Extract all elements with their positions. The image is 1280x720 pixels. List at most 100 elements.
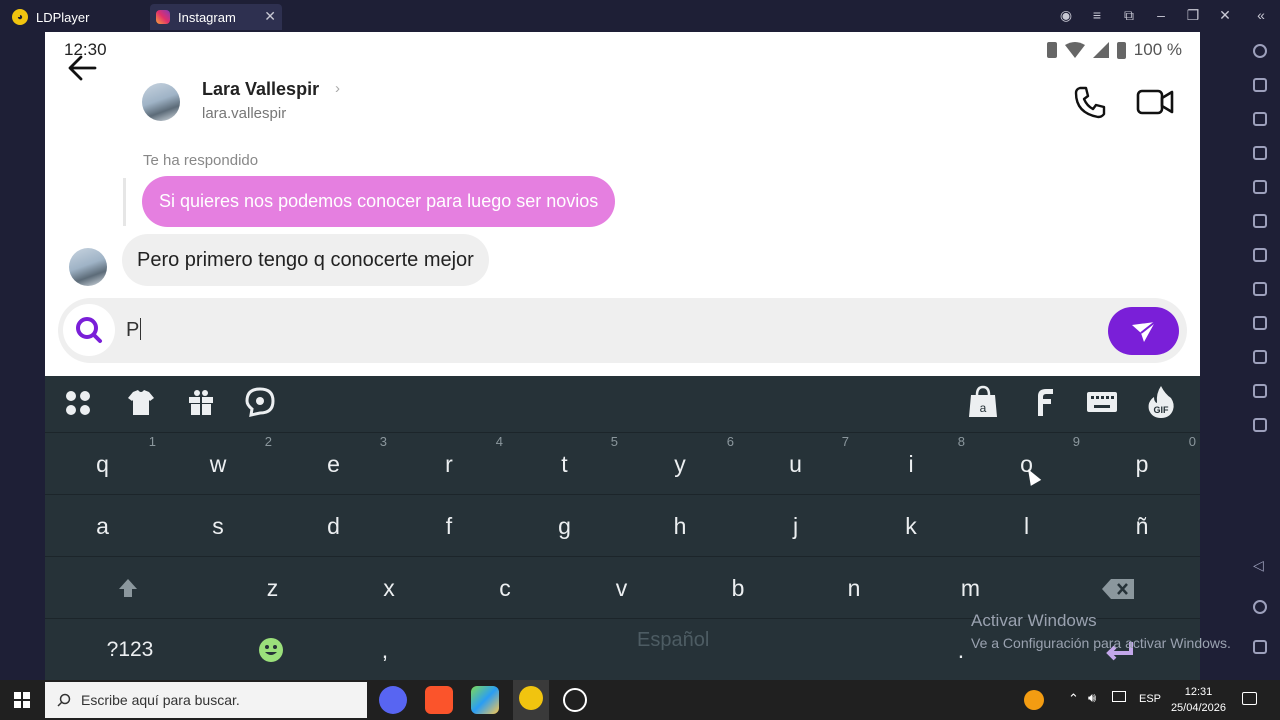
key-b[interactable]: b — [680, 557, 796, 619]
volume-up-icon[interactable] — [1253, 112, 1267, 126]
tab-close-icon[interactable]: ✕ — [264, 8, 276, 25]
message-composer[interactable]: P — [58, 298, 1187, 363]
key-m[interactable]: m — [912, 557, 1029, 619]
backspace-key[interactable] — [1055, 557, 1180, 619]
weather-icon[interactable] — [1024, 690, 1044, 710]
collapse-sidebar-icon[interactable]: « — [1252, 7, 1270, 23]
contact-name[interactable]: Lara Vallespir — [202, 79, 319, 100]
more-icon[interactable] — [1253, 418, 1267, 432]
key-i[interactable]: i8 — [853, 433, 969, 495]
apk-install-icon[interactable] — [1253, 282, 1267, 296]
message-avatar[interactable] — [69, 248, 107, 286]
message-input[interactable]: P — [126, 318, 142, 342]
key-c[interactable]: c — [447, 557, 563, 619]
ldplayer-taskbar-button[interactable] — [513, 680, 549, 720]
taskbar-language[interactable]: ESP — [1139, 693, 1161, 705]
location-icon[interactable] — [1253, 214, 1267, 228]
tab-ldplayer[interactable]: ◕ LDPlayer — [12, 4, 147, 30]
chevron-right-icon[interactable]: › — [335, 80, 340, 97]
restore-window-icon[interactable]: ⧉ — [1120, 7, 1138, 24]
operation-record-icon[interactable] — [1253, 384, 1267, 398]
key-p[interactable]: p0 — [1084, 433, 1200, 495]
key-u[interactable]: u7 — [738, 433, 853, 495]
scissors-icon[interactable] — [1253, 316, 1267, 330]
obs-app-icon[interactable] — [563, 688, 587, 712]
close-window-icon[interactable]: ✕ — [1216, 7, 1234, 24]
symbols-key[interactable]: ?123 — [65, 619, 195, 680]
key-r-hint: 4 — [495, 434, 503, 449]
emoji-key[interactable] — [215, 619, 327, 680]
key-i-label: i — [908, 451, 914, 477]
windows-start-icon[interactable] — [14, 692, 30, 708]
shift-key[interactable] — [65, 557, 190, 619]
fonts-icon[interactable] — [1026, 384, 1060, 420]
key-n[interactable]: n — [796, 557, 912, 619]
shopping-bag-icon[interactable]: a — [966, 384, 1000, 420]
key-s[interactable]: s — [160, 495, 276, 557]
comma-key[interactable]: , — [327, 619, 443, 680]
theme-shirt-icon[interactable] — [124, 384, 158, 420]
taskbar-search-box[interactable]: Escribe aquí para buscar. — [45, 682, 367, 718]
sticker-bubble-icon[interactable] — [243, 384, 277, 420]
network-icon[interactable] — [1112, 691, 1126, 702]
apps-grid-icon[interactable] — [61, 384, 95, 420]
key-r[interactable]: r4 — [391, 433, 507, 495]
key-t[interactable]: t5 — [507, 433, 622, 495]
bluestacks-app-icon[interactable] — [471, 686, 499, 714]
key-o-hint: 9 — [1072, 434, 1080, 449]
android-recents-icon[interactable] — [1253, 640, 1267, 654]
key-f[interactable]: f — [391, 495, 507, 557]
key-k[interactable]: k — [853, 495, 969, 557]
key-v[interactable]: v — [563, 557, 680, 619]
send-button[interactable] — [1108, 307, 1179, 355]
key-e[interactable]: e3 — [276, 433, 391, 495]
key-g[interactable]: g — [507, 495, 622, 557]
tab-instagram[interactable]: Instagram ✕ — [150, 4, 282, 30]
volume-icon[interactable]: 🔊︎ — [1088, 690, 1096, 706]
message-bubble[interactable]: Pero primero tengo q conocerte mejor — [122, 234, 489, 286]
key-u-hint: 7 — [841, 434, 849, 449]
gif-flame-icon[interactable]: GIF — [1144, 384, 1178, 420]
contact-avatar[interactable] — [142, 83, 180, 121]
brave-browser-icon[interactable] — [425, 686, 453, 714]
key-z[interactable]: z — [214, 557, 331, 619]
video-call-icon[interactable] — [1135, 84, 1175, 120]
android-home-icon[interactable] — [1253, 600, 1267, 614]
key-l[interactable]: l — [969, 495, 1084, 557]
key-x[interactable]: x — [331, 557, 447, 619]
menu-icon[interactable]: ≡ — [1088, 7, 1106, 23]
key-enye[interactable]: ñ — [1084, 495, 1200, 557]
reply-label: Te ha respondido — [143, 152, 259, 169]
record-icon[interactable] — [1253, 350, 1267, 364]
key-w[interactable]: w2 — [160, 433, 276, 495]
account-icon[interactable]: ◉ — [1057, 7, 1075, 24]
tray-chevron-up-icon[interactable]: ⌃ — [1068, 691, 1079, 707]
key-o[interactable]: o9 — [969, 433, 1084, 495]
key-d[interactable]: d — [276, 495, 391, 557]
gift-icon[interactable] — [184, 384, 218, 420]
key-q[interactable]: q1 — [45, 433, 160, 495]
key-a[interactable]: a — [45, 495, 160, 557]
android-back-icon[interactable]: ◁ — [1253, 558, 1264, 572]
key-h[interactable]: h — [622, 495, 738, 557]
phone-screen: 12:30 100 % Lara Vallespir › lara.valles… — [45, 32, 1200, 680]
multi-instance-icon[interactable] — [1253, 248, 1267, 262]
phone-call-icon[interactable] — [1072, 84, 1108, 120]
replied-message-bubble[interactable]: Si quieres nos podemos conocer para lueg… — [142, 176, 616, 227]
key-t-hint: 5 — [610, 434, 618, 449]
taskbar-clock[interactable]: 12:31 25/04/2026 — [1171, 684, 1226, 716]
fullscreen-icon[interactable] — [1253, 180, 1267, 194]
notifications-icon[interactable] — [1242, 692, 1257, 705]
minimize-icon[interactable]: – — [1152, 7, 1170, 23]
key-y[interactable]: y6 — [622, 433, 738, 495]
message-input-value: P — [126, 319, 140, 341]
back-arrow-icon[interactable] — [65, 50, 101, 86]
maximize-icon[interactable]: ❐ — [1184, 7, 1202, 24]
volume-down-icon[interactable] — [1253, 146, 1267, 160]
keyboard-mapping-icon[interactable] — [1253, 78, 1267, 92]
settings-icon[interactable] — [1253, 44, 1267, 58]
gif-search-button[interactable] — [63, 304, 115, 356]
keyboard-layout-icon[interactable] — [1085, 384, 1119, 420]
key-j[interactable]: j — [738, 495, 853, 557]
discord-app-icon[interactable] — [379, 686, 407, 714]
